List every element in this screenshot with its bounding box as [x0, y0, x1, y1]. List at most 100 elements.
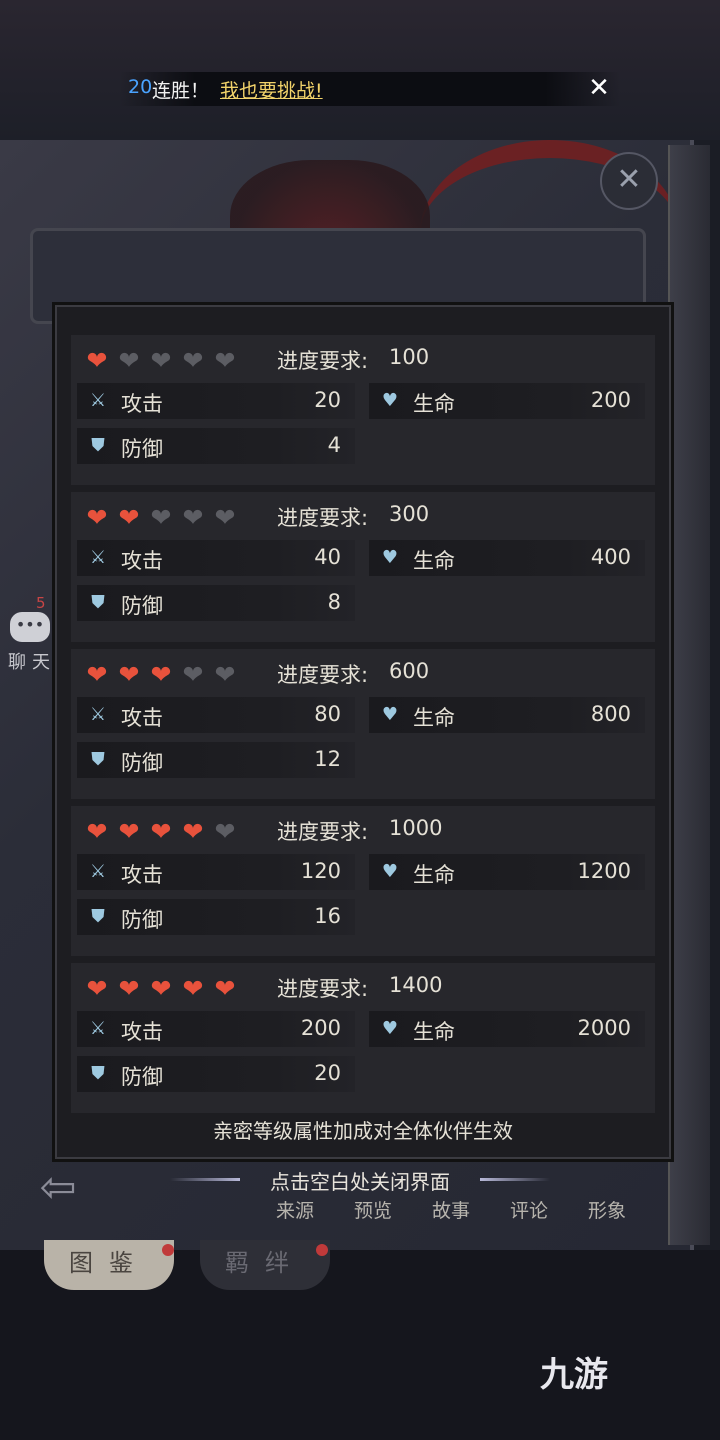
side-frame [668, 145, 710, 1245]
card-close-icon[interactable]: ✕ [600, 152, 658, 210]
attack-stat: ⚔ 攻击 20 [77, 383, 355, 419]
heart-filled-icon: ❤ [86, 974, 108, 1003]
tab-preview[interactable]: 预览 [348, 1196, 398, 1223]
defense-stat-value: 16 [314, 904, 341, 928]
heart-rating: ❤ ❤ ❤ ❤ ❤ [83, 974, 239, 1003]
sword-icon: ⚔ [89, 547, 107, 568]
hp-stat-label: 生命 [413, 392, 455, 416]
requirement-label: 进度要求: [277, 506, 369, 530]
defense-stat-label: 防御 [121, 594, 163, 618]
heart-empty-icon: ❤ [214, 660, 236, 689]
heart-filled-icon: ❤ [150, 817, 172, 846]
chat-badge: 5 [36, 594, 46, 612]
defense-stat: ⛊ 防御 20 [77, 1056, 355, 1092]
heart-filled-icon: ❤ [86, 346, 108, 375]
tier-header: ❤ ❤ ❤ ❤ ❤ 进度要求: 600 [71, 649, 655, 693]
tier-header: ❤ ❤ ❤ ❤ ❤ 进度要求: 300 [71, 492, 655, 536]
defense-stat-value: 8 [327, 590, 341, 614]
tab-story[interactable]: 故事 [426, 1196, 476, 1223]
shield-icon: ⛊ [91, 906, 105, 927]
heart-filled-icon: ❤ [118, 974, 140, 1003]
streak-text: 连胜！ [152, 80, 210, 102]
heart-empty-icon: ❤ [150, 346, 172, 375]
requirement-label: 进度要求: [277, 349, 369, 373]
attack-stat-label: 攻击 [121, 1020, 163, 1044]
heart-filled-icon: ❤ [182, 817, 204, 846]
attack-stat-value: 200 [300, 1016, 341, 1040]
heart-filled-icon: ❤ [214, 974, 236, 1003]
defense-stat-value: 20 [314, 1061, 341, 1085]
tier-card: ❤ ❤ ❤ ❤ ❤ 进度要求: 1400 ⚔ 攻击 200 ♥ 生命 2000 ⛊ 防御 20 [71, 963, 655, 1113]
tab-appearance[interactable]: 形象 [582, 1196, 632, 1223]
shield-icon: ⛊ [91, 1063, 105, 1084]
heart-empty-icon: ❤ [150, 503, 172, 532]
defense-stat: ⛊ 防御 12 [77, 742, 355, 778]
bookmark-bond[interactable]: 羁绊 [200, 1240, 330, 1290]
heart-rating: ❤ ❤ ❤ ❤ ❤ [83, 817, 239, 846]
bookmark-codex[interactable]: 图鉴 [44, 1240, 174, 1290]
heart-empty-icon: ❤ [214, 346, 236, 375]
heart-empty-icon: ❤ [182, 346, 204, 375]
heart-filled-icon: ❤ [182, 974, 204, 1003]
tab-source[interactable]: 来源 [270, 1196, 320, 1223]
heart-empty-icon: ❤ [182, 660, 204, 689]
defense-stat-label: 防御 [121, 1065, 163, 1089]
attack-stat: ⚔ 攻击 80 [77, 697, 355, 733]
heart-rating: ❤ ❤ ❤ ❤ ❤ [83, 503, 239, 532]
shield-icon: ⛊ [91, 749, 105, 770]
hp-stat-label: 生命 [413, 706, 455, 730]
hp-stat: ♥ 生命 400 [369, 540, 645, 576]
hp-stat: ♥ 生命 200 [369, 383, 645, 419]
hp-stat-value: 200 [590, 388, 631, 412]
tier-card: ❤ ❤ ❤ ❤ ❤ 进度要求: 1000 ⚔ 攻击 120 ♥ 生命 1200 ⛊ 防御 16 [71, 806, 655, 956]
heart-filled-icon: ❤ [150, 974, 172, 1003]
defense-stat-label: 防御 [121, 437, 163, 461]
requirement-label: 进度要求: [277, 663, 369, 687]
chat-label[interactable]: 聊天 [8, 648, 56, 674]
requirement-value: 100 [389, 345, 430, 369]
background-top [0, 0, 720, 140]
requirement-value: 1000 [389, 816, 443, 840]
requirement-value: 1400 [389, 973, 443, 997]
attack-stat-value: 120 [300, 859, 341, 883]
attack-stat-label: 攻击 [121, 549, 163, 573]
heart-hp-icon: ♥ [381, 547, 399, 568]
requirement-value: 600 [389, 659, 430, 683]
close-hint[interactable]: 点击空白处关闭界面 [0, 1166, 720, 1195]
attack-stat-label: 攻击 [121, 392, 163, 416]
chat-bubble-icon[interactable]: ••• [10, 612, 50, 642]
sword-icon: ⚔ [89, 390, 107, 411]
defense-stat: ⛊ 防御 8 [77, 585, 355, 621]
tier-header: ❤ ❤ ❤ ❤ ❤ 进度要求: 1400 [71, 963, 655, 1007]
shield-icon: ⛊ [91, 435, 105, 456]
heart-hp-icon: ♥ [381, 704, 399, 725]
heart-empty-icon: ❤ [214, 817, 236, 846]
watermark-logo: 九游 [540, 1355, 608, 1395]
panel-footer-note: 亲密等级属性加成对全体伙伴生效 [213, 1119, 513, 1143]
hp-stat: ♥ 生命 800 [369, 697, 645, 733]
attack-stat: ⚔ 攻击 40 [77, 540, 355, 576]
hp-stat-value: 2000 [577, 1016, 631, 1040]
attack-stat-value: 40 [314, 545, 341, 569]
defense-stat-label: 防御 [121, 908, 163, 932]
heart-rating: ❤ ❤ ❤ ❤ ❤ [83, 346, 239, 375]
hp-stat-label: 生命 [413, 863, 455, 887]
defense-stat-value: 4 [327, 433, 341, 457]
close-icon[interactable]: ✕ [586, 74, 612, 102]
challenge-link[interactable]: 我也要挑战! [220, 76, 323, 103]
heart-filled-icon: ❤ [118, 503, 140, 532]
hp-stat-value: 800 [590, 702, 631, 726]
hp-stat: ♥ 生命 1200 [369, 854, 645, 890]
tab-comment[interactable]: 评论 [504, 1196, 554, 1223]
heart-filled-icon: ❤ [118, 817, 140, 846]
heart-empty-icon: ❤ [118, 346, 140, 375]
hp-stat-value: 400 [590, 545, 631, 569]
heart-hp-icon: ♥ [381, 1018, 399, 1039]
attack-stat-value: 20 [314, 388, 341, 412]
defense-stat: ⛊ 防御 4 [77, 428, 355, 464]
card-tabbar: 来源 预览 故事 评论 形象 [270, 1196, 632, 1223]
attack-stat: ⚔ 攻击 120 [77, 854, 355, 890]
requirement-label: 进度要求: [277, 820, 369, 844]
heart-hp-icon: ♥ [381, 861, 399, 882]
shield-icon: ⛊ [91, 592, 105, 613]
